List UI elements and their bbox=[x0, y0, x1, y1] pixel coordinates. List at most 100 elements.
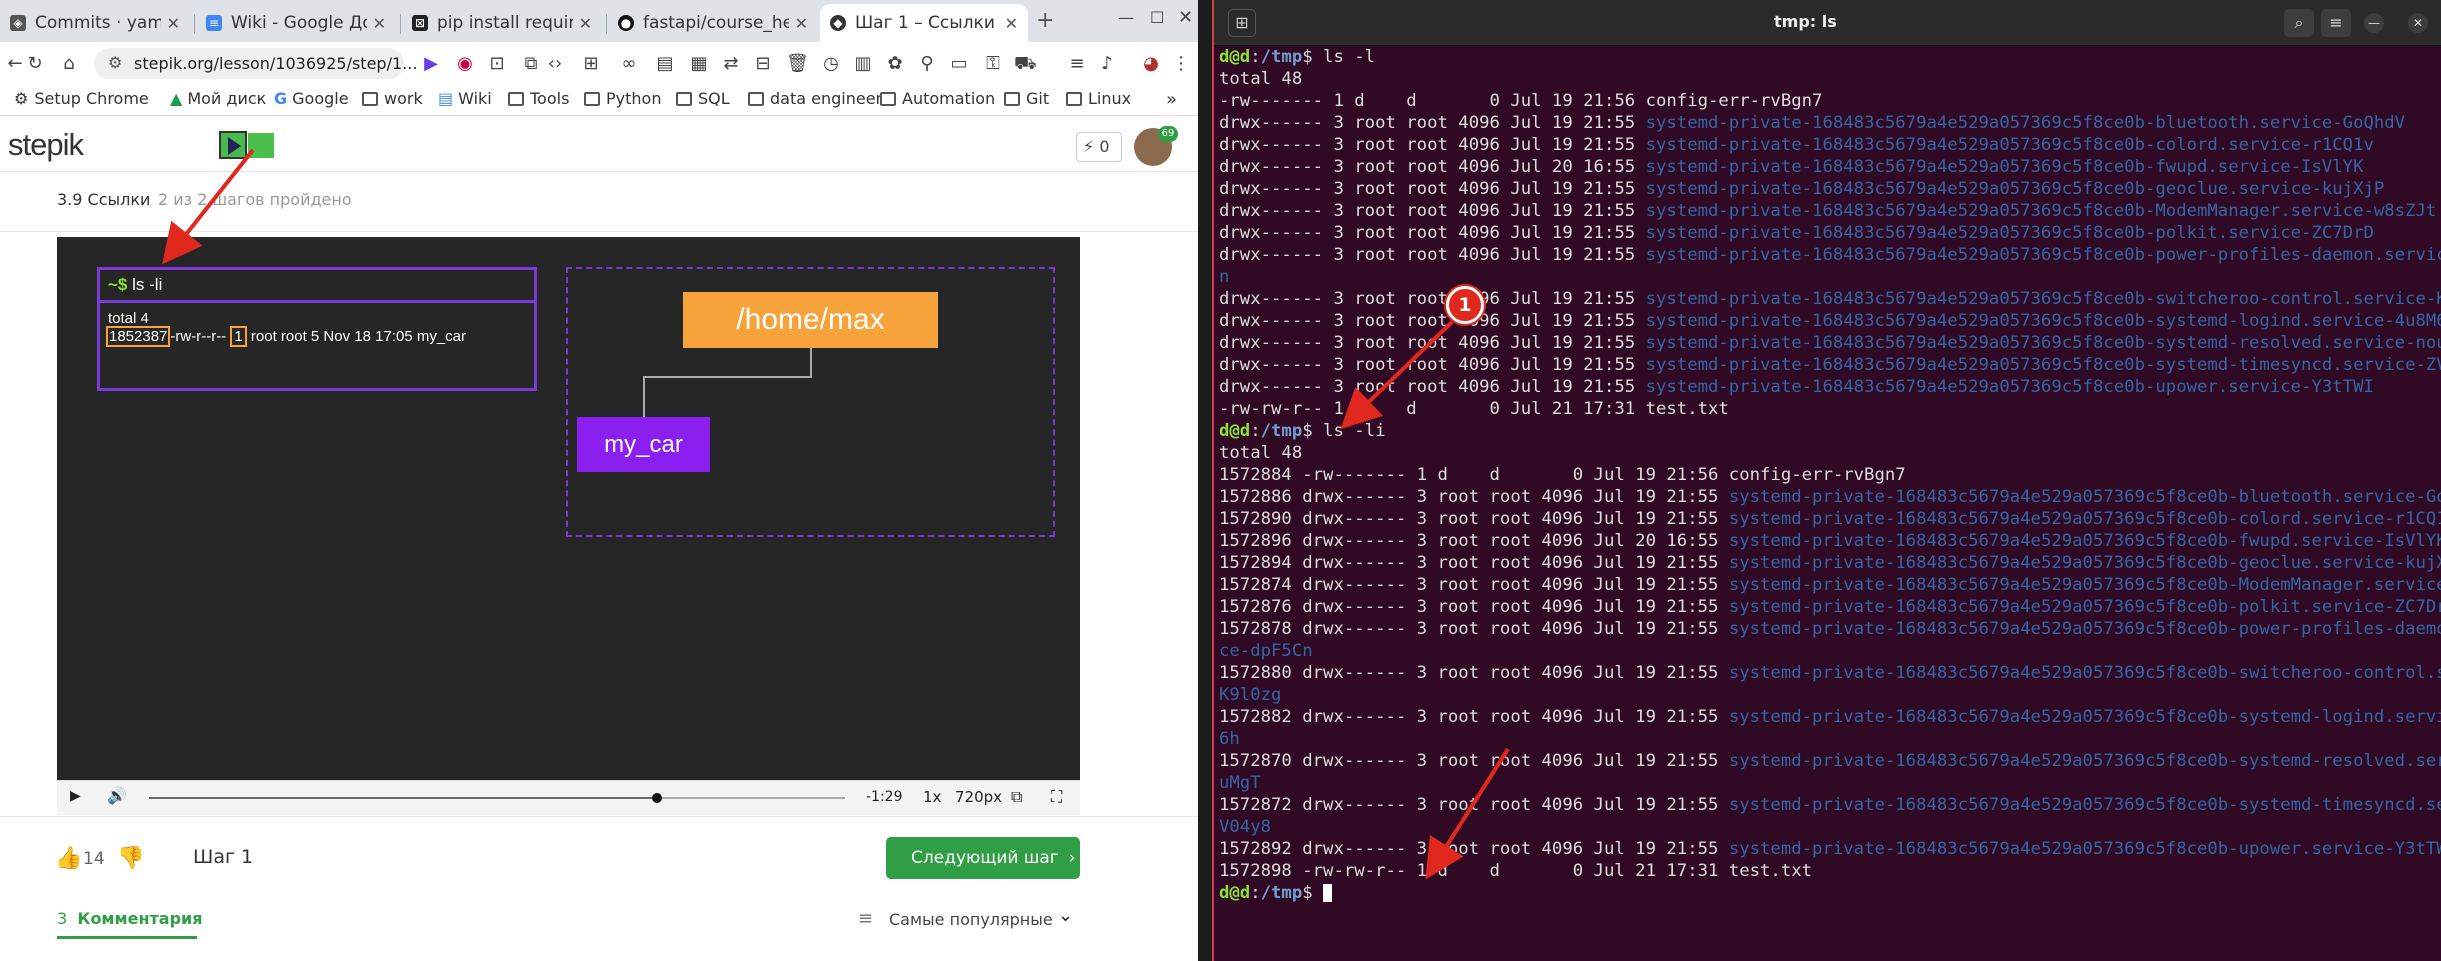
bookmark-google[interactable]: G Google bbox=[274, 89, 349, 108]
close-window-button[interactable]: ✕ bbox=[2408, 13, 2428, 33]
key-icon[interactable]: ⚿ bbox=[982, 53, 1004, 75]
lesson-title[interactable]: 3.9 Ссылки bbox=[57, 190, 150, 209]
close-icon[interactable]: ✕ bbox=[579, 14, 592, 33]
terminal-line: total 48 bbox=[1219, 68, 2441, 90]
bookmarks-overflow[interactable]: » bbox=[1166, 89, 1177, 110]
bookmark-sql[interactable]: SQL bbox=[676, 89, 730, 108]
comments-tab[interactable]: 3 Комментария bbox=[57, 909, 203, 928]
sort-select[interactable]: Самые популярные bbox=[889, 910, 1053, 929]
bookmark-python[interactable]: Python bbox=[584, 89, 661, 108]
tab-wiki[interactable]: ≡Wiki - Google Доку✕ bbox=[196, 4, 396, 42]
terminal-segment: $ bbox=[1302, 883, 1324, 903]
bookmark-automation[interactable]: Automation bbox=[880, 89, 995, 108]
terminal-segment: systemd-private-168483c5679a4e529a057369… bbox=[1728, 707, 2441, 727]
thumbs-down-icon[interactable]: 👎 bbox=[117, 846, 144, 871]
car-icon[interactable]: ⛟ bbox=[1014, 53, 1037, 75]
thumbs-up-icon[interactable]: 👍 bbox=[55, 846, 82, 871]
seek-bar[interactable] bbox=[149, 793, 845, 803]
home-icon[interactable]: ⌂ bbox=[58, 53, 80, 75]
extension-icon[interactable]: ≡ bbox=[1066, 53, 1088, 75]
folder-icon bbox=[584, 91, 600, 106]
pip-icon[interactable]: ⧉ bbox=[1011, 787, 1022, 807]
terminal-output[interactable]: d@d:/tmp$ ls -l total 48 -rw------- 1 d d … bbox=[1219, 46, 2441, 961]
tab-stepik[interactable]: ◆Шаг 1 – Ссылки – St✕ bbox=[820, 4, 1028, 42]
code-icon[interactable]: ‹› bbox=[544, 53, 566, 75]
next-step-button[interactable]: Следующий шаг › bbox=[886, 837, 1080, 879]
back-icon[interactable]: ← bbox=[4, 53, 26, 75]
terminal-line: 1572898 -rw-rw-r-- 1 d d 0 Jul 21 17:31 … bbox=[1219, 860, 2441, 882]
terminal-segment: drwx------ 3 root root 4096 Jul 20 16:55 bbox=[1219, 157, 1646, 177]
history-icon[interactable]: ◷ bbox=[820, 53, 842, 75]
minimize-button[interactable]: — bbox=[2364, 13, 2384, 33]
extension-icon[interactable]: ▥ bbox=[852, 53, 874, 75]
terminal-segment: systemd-private-168483c5679a4e529a057369… bbox=[1645, 179, 2385, 199]
link-icon[interactable]: ∞ bbox=[618, 53, 640, 75]
close-icon[interactable]: ✕ bbox=[795, 14, 808, 33]
terminal-segment: systemd-private-168483c5679a4e529a057369… bbox=[1645, 157, 2364, 177]
bookmark-linux[interactable]: Linux bbox=[1066, 89, 1131, 108]
minimize-button[interactable]: — bbox=[1118, 8, 1134, 27]
trash-icon[interactable]: 🗑 bbox=[786, 53, 809, 75]
terminal-segment: drwx------ 3 root root 4096 Jul 19 21:55 bbox=[1219, 311, 1646, 331]
address-bar[interactable]: stepik.org/lesson/1036925/step/1... bbox=[94, 48, 417, 79]
profile-icon[interactable]: ◕ bbox=[1140, 53, 1162, 75]
terminal-segment: 1572874 drwx------ 3 root root 4096 Jul … bbox=[1219, 575, 1729, 595]
speed-button[interactable]: 1x bbox=[923, 788, 941, 806]
bookmark-drive[interactable]: ▲ Мой диск bbox=[170, 89, 266, 108]
volume-icon[interactable]: 🔊 bbox=[107, 786, 127, 805]
play-icon[interactable]: ▶ bbox=[70, 788, 81, 804]
extension-icon[interactable]: ⊟ bbox=[752, 53, 774, 75]
bookmark-tools[interactable]: Tools bbox=[508, 89, 569, 108]
folder-icon bbox=[362, 91, 378, 106]
site-info-icon[interactable]: ⚙ bbox=[108, 53, 122, 72]
menu-icon[interactable]: ⋮ bbox=[1170, 53, 1192, 75]
bookmark-git[interactable]: Git bbox=[1004, 89, 1049, 108]
close-icon[interactable]: ✕ bbox=[373, 14, 386, 33]
terminal-segment: systemd-private-168483c5679a4e529a057369… bbox=[1728, 597, 2441, 617]
close-window-button[interactable]: ✕ bbox=[1178, 7, 1193, 28]
bookmark-setup-chrome[interactable]: ⚙ Setup Chrome bbox=[14, 89, 149, 108]
maximize-button[interactable]: ☐ bbox=[1150, 8, 1164, 27]
bolt-icon: ⚡ bbox=[1083, 137, 1095, 156]
terminal-segment: systemd-private-168483c5679a4e529a057369… bbox=[1728, 839, 2441, 859]
extension-icon[interactable]: ⊡ bbox=[486, 53, 508, 75]
location-icon[interactable]: ⚲ bbox=[916, 53, 938, 75]
terminal-segment: -rw-rw-r-- 1 d d 0 Jul 21 17:31 test.txt bbox=[1219, 399, 1729, 419]
extension-icon[interactable]: ✿ bbox=[884, 53, 906, 75]
tab-pip[interactable]: ⊠pip install requireme✕ bbox=[402, 4, 602, 42]
extension-icon[interactable]: ◉ bbox=[454, 53, 476, 75]
seek-knob[interactable] bbox=[652, 793, 663, 803]
terminal-segment: 1572880 drwx------ 3 root root 4096 Jul … bbox=[1219, 663, 1729, 683]
reload-icon[interactable]: ↻ bbox=[24, 53, 46, 75]
close-icon[interactable]: ✕ bbox=[1005, 14, 1018, 33]
tab-fastapi[interactable]: ●fastapi/course_help✕ bbox=[608, 4, 818, 42]
video-player[interactable]: ~$ ls -li total 4 1852387 -rw-r--r-- 1 ro… bbox=[57, 237, 1080, 780]
chevron-down-icon[interactable]: ⌄ bbox=[1058, 905, 1073, 926]
bookmark-work[interactable]: work bbox=[362, 89, 423, 108]
extension-icon[interactable]: ▤ bbox=[654, 53, 676, 75]
extension-icon[interactable]: ⧉ bbox=[520, 53, 542, 75]
stepik-logo[interactable]: stepik bbox=[8, 127, 84, 163]
bookmark-wiki[interactable]: ▤ Wiki bbox=[438, 89, 492, 108]
fullscreen-icon[interactable]: ⛶ bbox=[1051, 787, 1062, 807]
bookmark-data-engineer[interactable]: data engineer bbox=[748, 89, 882, 108]
tab-commits[interactable]: ◈Commits · yamgurov✕ bbox=[0, 4, 190, 42]
close-icon[interactable]: ✕ bbox=[167, 14, 180, 33]
mic-icon[interactable]: ♪ bbox=[1096, 53, 1118, 75]
quality-button[interactable]: 720px bbox=[955, 788, 1002, 806]
extension-icon[interactable]: ▦ bbox=[688, 53, 710, 75]
terminal-segment: -rw------- 1 d d 0 Jul 19 21:56 config-e… bbox=[1219, 91, 1823, 111]
translate-icon[interactable]: ⇄ bbox=[720, 53, 742, 75]
step-marker[interactable] bbox=[248, 133, 274, 158]
new-tab-button[interactable]: + bbox=[1036, 8, 1054, 33]
extension-play-icon[interactable]: ▶ bbox=[420, 53, 442, 75]
terminal-segment: drwx------ 3 root root 4096 Jul 19 21:55 bbox=[1219, 355, 1646, 375]
notifications-button[interactable]: ⚡ 0 bbox=[1076, 132, 1122, 162]
card-icon[interactable]: ▭ bbox=[948, 53, 970, 75]
new-tab-icon[interactable]: ⊞ bbox=[1228, 9, 1256, 37]
extension-icon[interactable]: ⊞ bbox=[580, 53, 602, 75]
search-icon[interactable]: ⌕ bbox=[2284, 9, 2314, 37]
annotation-badge: 1 bbox=[1446, 286, 1484, 324]
play-step-icon[interactable] bbox=[219, 131, 247, 159]
hamburger-menu-icon[interactable]: ≡ bbox=[2321, 9, 2351, 37]
